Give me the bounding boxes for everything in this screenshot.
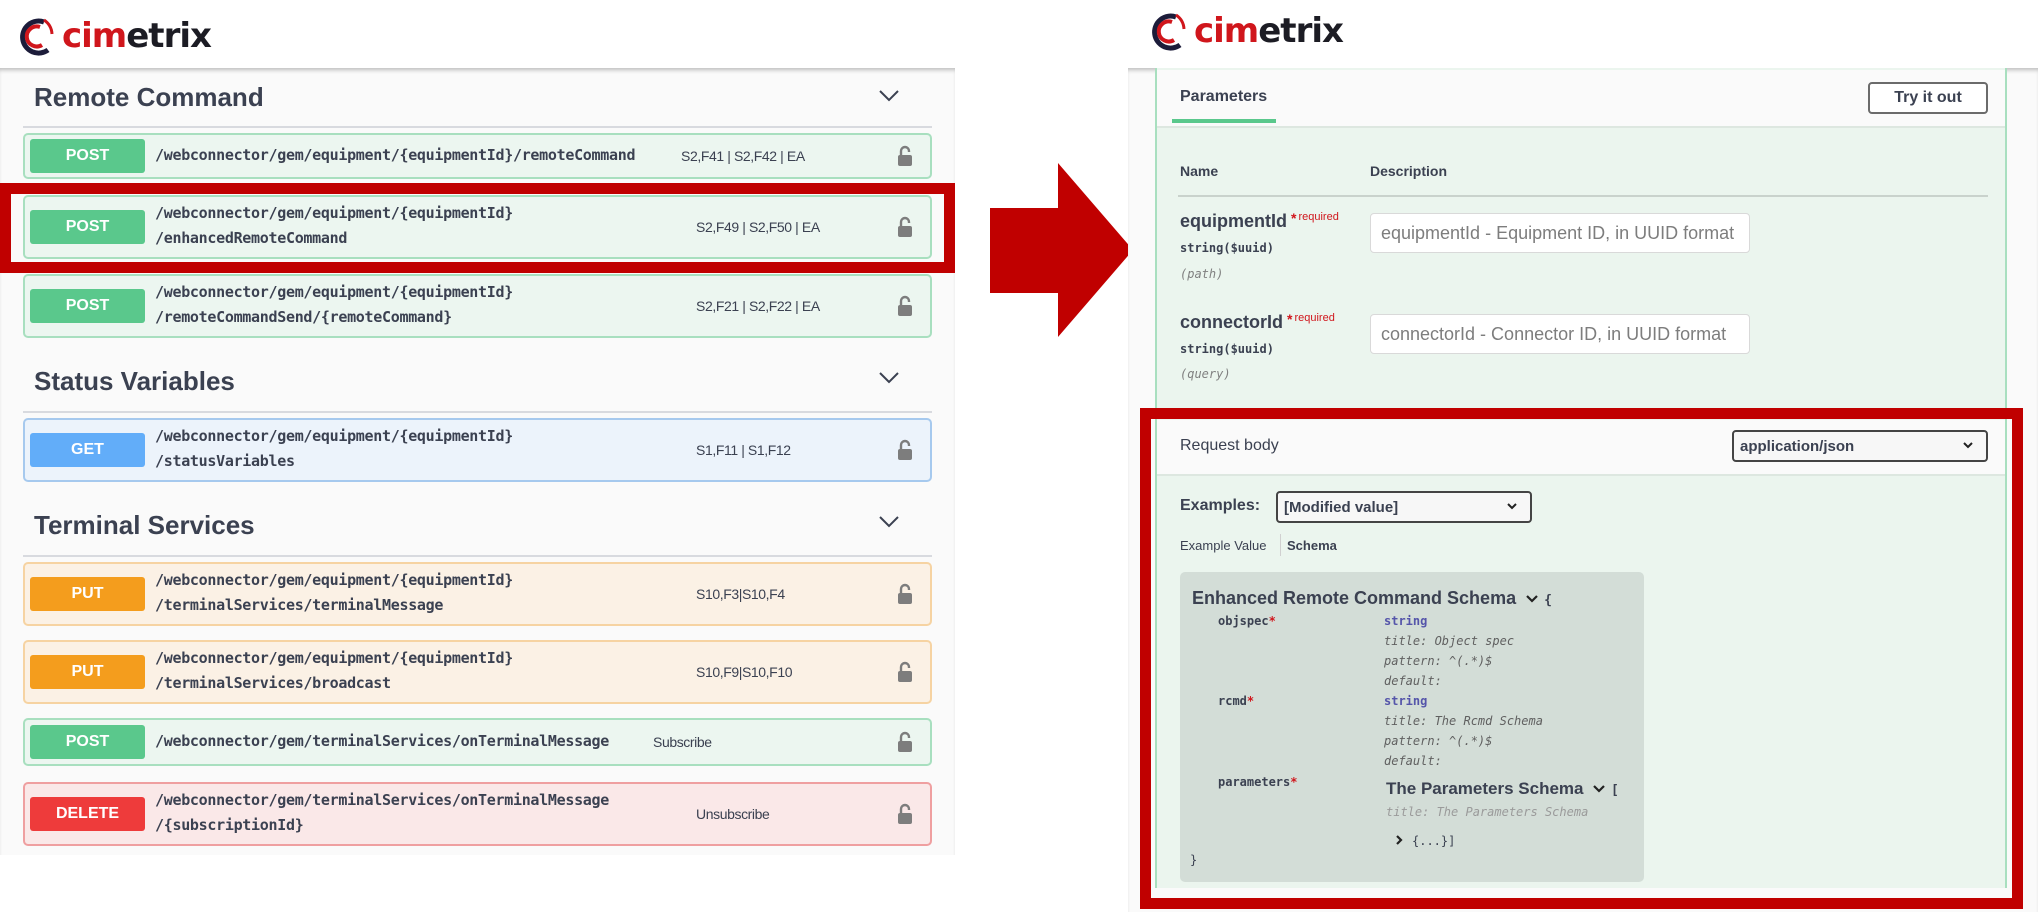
logo-text-prefix: cim [62, 16, 127, 56]
operation-summary: S10,F3|S10,F4 [696, 586, 785, 602]
operation-path-continued: /terminalServices/broadcast [155, 674, 391, 692]
section-title-terminal-services[interactable]: Terminal Services [34, 510, 255, 541]
cimetrix-logo-mark-icon [20, 18, 54, 56]
operation-row[interactable]: GET /webconnector/gem/equipment/{equipme… [23, 418, 932, 482]
required-star: * [1291, 210, 1297, 226]
unlock-icon[interactable] [897, 583, 913, 605]
operation-summary: S2,F41 | S2,F42 | EA [681, 148, 805, 164]
unlock-icon[interactable] [897, 145, 913, 167]
chevron-down-icon[interactable] [876, 368, 902, 388]
operation-row[interactable]: PUT /webconnector/gem/equipment/{equipme… [23, 640, 932, 704]
operation-path: /webconnector/gem/equipment/{equipmentId… [155, 427, 513, 445]
param-name-connectorid: connectorId * required [1180, 311, 1335, 333]
unlock-icon[interactable] [897, 731, 913, 753]
section-title-status-variables[interactable]: Status Variables [34, 366, 235, 397]
cimetrix-logo: cimetrix [14, 14, 212, 58]
method-badge: POST [30, 289, 145, 323]
required-label: required [1294, 312, 1335, 324]
connector-id-input[interactable] [1370, 314, 1750, 354]
cimetrix-logo: cimetrix [1146, 8, 1344, 54]
operation-path-continued: /remoteCommandSend/{remoteCommand} [155, 308, 452, 326]
required-star: * [1287, 311, 1293, 327]
param-name-equipmentid: equipmentId * required [1180, 210, 1339, 232]
logo-text-prefix: cim [1194, 11, 1259, 51]
try-it-out-button[interactable]: Try it out [1868, 82, 1988, 114]
method-badge: POST [30, 139, 145, 173]
logo-text-suffix: etrix [126, 16, 212, 56]
operation-row[interactable]: POST /webconnector/gem/equipment/{equipm… [23, 133, 932, 179]
param-type: string($uuid) [1180, 241, 1274, 255]
table-header-divider [1178, 195, 1988, 197]
operation-row[interactable]: DELETE /webconnector/gem/terminalService… [23, 782, 932, 846]
required-label: required [1298, 211, 1339, 223]
unlock-icon[interactable] [897, 803, 913, 825]
operation-path: /webconnector/gem/equipment/{equipmentId… [155, 649, 513, 667]
operation-path-continued: /terminalServices/terminalMessage [155, 596, 444, 614]
unlock-icon[interactable] [897, 661, 913, 683]
method-badge: DELETE [30, 797, 145, 831]
operation-summary: S10,F9|S10,F10 [696, 664, 793, 680]
cimetrix-logo-mark-icon [1152, 13, 1186, 51]
param-type: string($uuid) [1180, 342, 1274, 356]
column-header-description: Description [1370, 163, 1448, 179]
operation-summary: S2,F21 | S2,F22 | EA [696, 298, 820, 314]
method-badge: POST [30, 725, 145, 759]
operation-summary: Subscribe [653, 734, 712, 750]
equipment-id-input[interactable] [1370, 213, 1750, 253]
operation-path-continued: /{subscriptionId} [155, 816, 304, 834]
logo-text-suffix: etrix [1258, 11, 1344, 51]
highlight-box-request-body [1140, 408, 2023, 909]
tab-parameters[interactable]: Parameters [1180, 88, 1267, 106]
operation-path: /webconnector/gem/terminalServices/onTer… [155, 732, 610, 750]
unlock-icon[interactable] [897, 295, 913, 317]
method-badge: GET [30, 433, 145, 467]
operation-summary: S1,F11 | S1,F12 [696, 442, 791, 458]
section-divider [23, 126, 932, 128]
operation-path: /webconnector/gem/equipment/{equipmentId… [155, 146, 636, 164]
section-divider [23, 555, 932, 557]
section-title-remote-command[interactable]: Remote Command [34, 82, 264, 113]
operation-summary: Unsubscribe [696, 806, 770, 822]
operation-row[interactable]: PUT /webconnector/gem/equipment/{equipme… [23, 562, 932, 626]
method-badge: PUT [30, 577, 145, 611]
arrow-right-icon [990, 163, 1133, 337]
param-location: (path) [1180, 267, 1224, 281]
tab-active-indicator [1172, 119, 1276, 123]
method-badge: PUT [30, 655, 145, 689]
section-divider [23, 411, 932, 413]
operation-row[interactable]: POST /webconnector/gem/terminalServices/… [23, 718, 932, 766]
param-name-text: equipmentId [1180, 211, 1287, 231]
operation-row[interactable]: POST /webconnector/gem/equipment/{equipm… [23, 274, 932, 338]
param-name-text: connectorId [1180, 312, 1284, 332]
chevron-down-icon[interactable] [876, 512, 902, 532]
operation-path: /webconnector/gem/terminalServices/onTer… [155, 791, 610, 809]
unlock-icon[interactable] [897, 439, 913, 461]
operation-path: /webconnector/gem/equipment/{equipmentId… [155, 571, 513, 589]
param-location: (query) [1180, 367, 1231, 381]
operation-path: /webconnector/gem/equipment/{equipmentId… [155, 283, 513, 301]
operation-path-continued: /statusVariables [155, 452, 295, 470]
column-header-name: Name [1180, 163, 1219, 179]
chevron-down-icon[interactable] [876, 86, 902, 106]
highlight-box-enhanced-remote-command [0, 183, 955, 273]
